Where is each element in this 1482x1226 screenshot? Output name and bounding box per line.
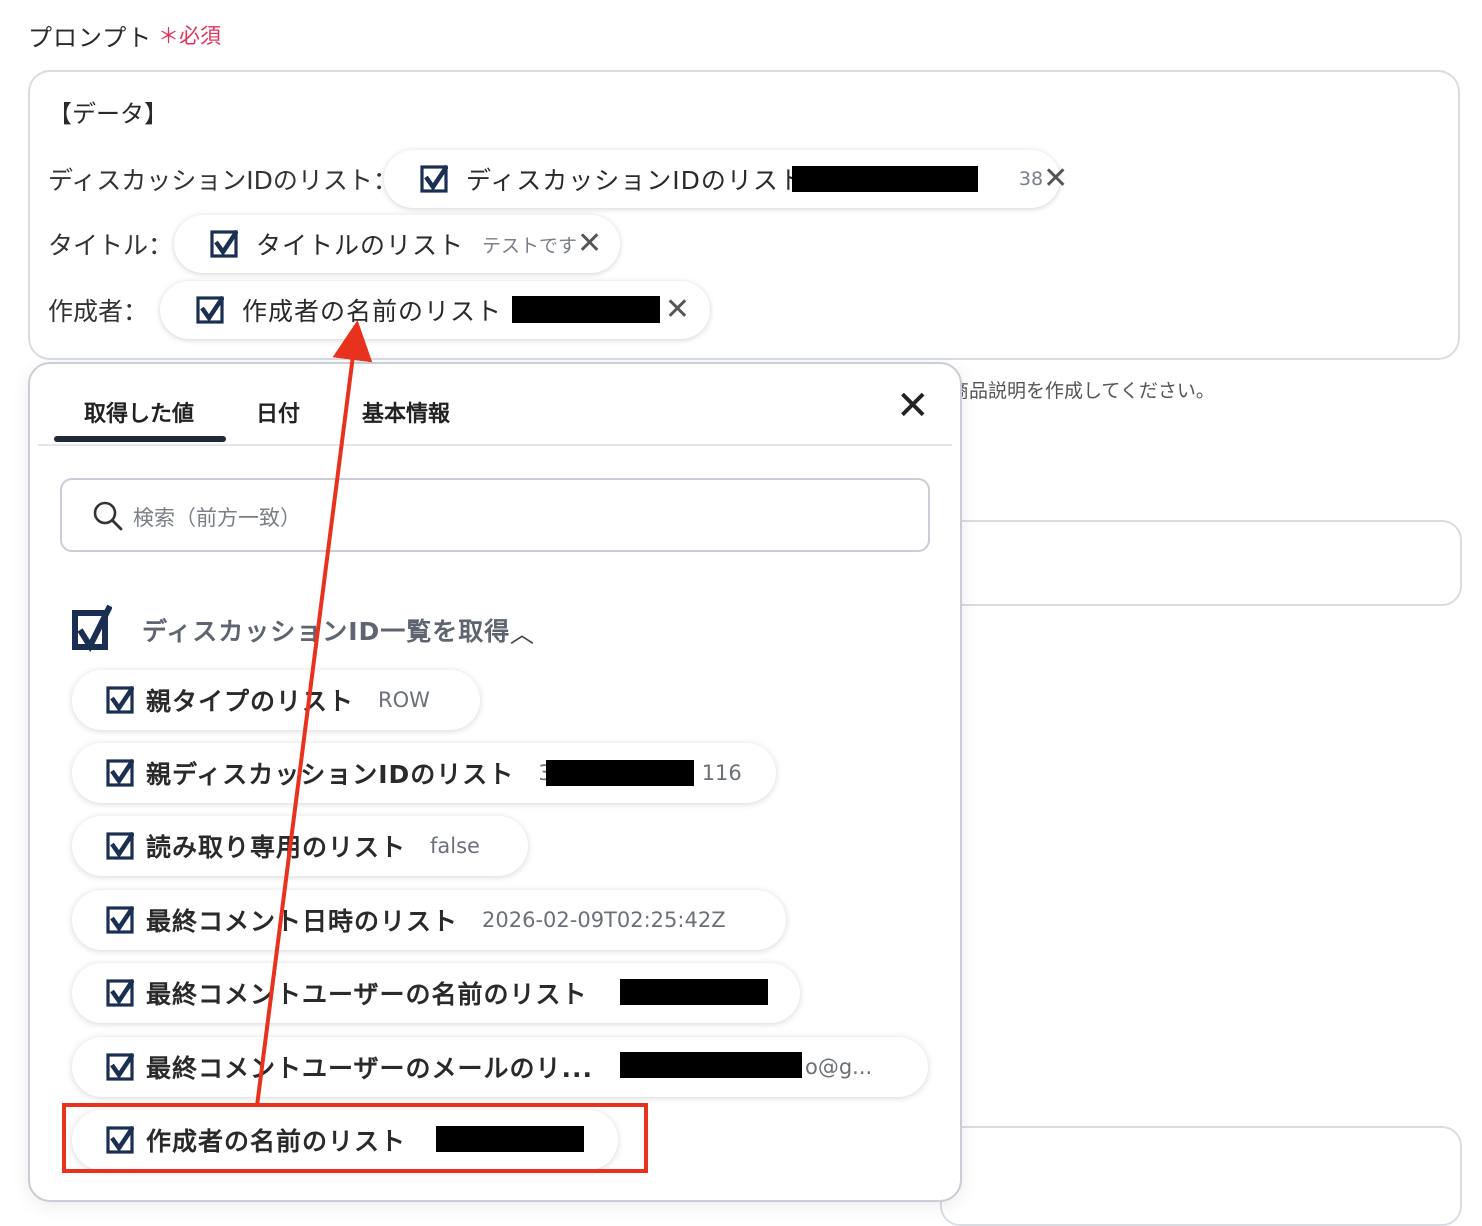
annotation-arrow [255,320,373,1107]
